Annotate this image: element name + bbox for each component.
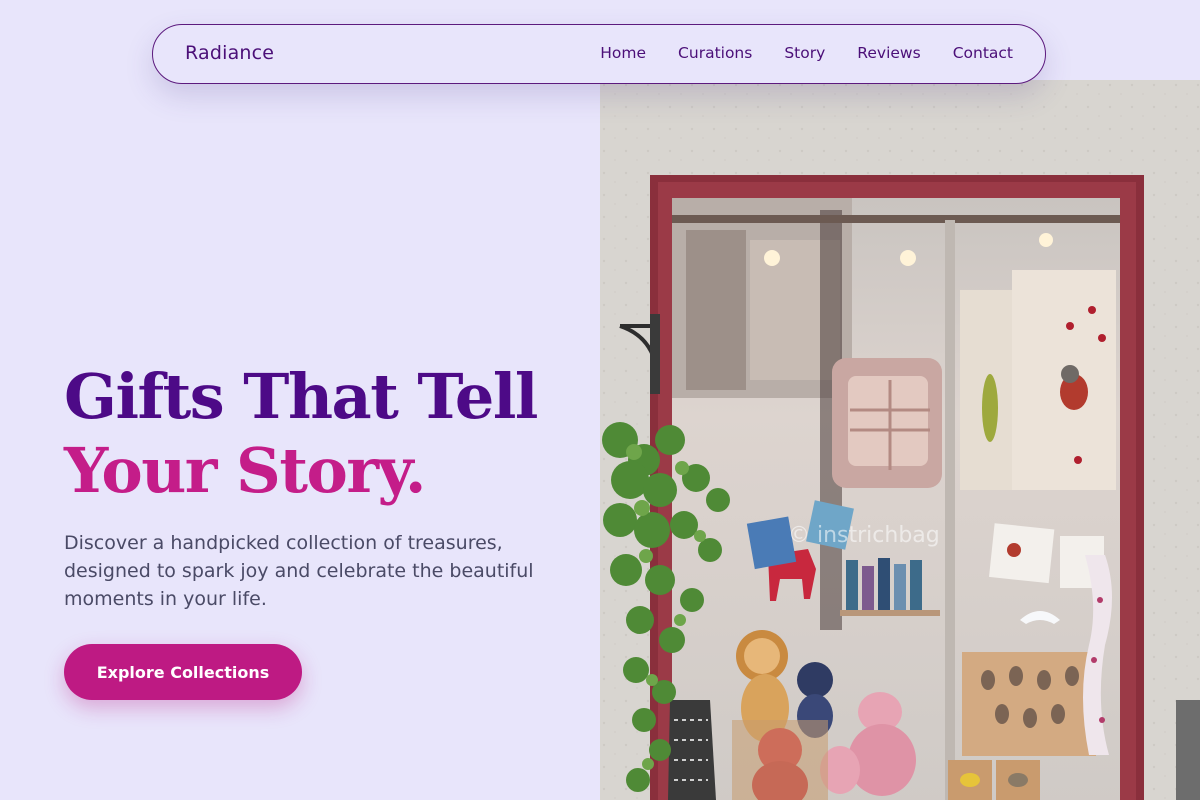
brand-logo[interactable]: Radiance (185, 42, 274, 64)
nav-link-contact[interactable]: Contact (953, 44, 1013, 62)
nav-link-curations[interactable]: Curations (678, 44, 752, 62)
nav-link-story[interactable]: Story (784, 44, 825, 62)
hero-title: Gifts That Tell Your Story. (64, 360, 539, 508)
hero-description: Discover a handpicked collection of trea… (64, 532, 534, 610)
nav-link-reviews[interactable]: Reviews (857, 44, 920, 62)
top-navbar: Radiance Home Curations Story Reviews Co… (152, 24, 1046, 84)
nav-links: Home Curations Story Reviews Contact (600, 44, 1013, 62)
hero-title-line-1: Gifts That Tell (64, 360, 539, 433)
hero-title-line-2: Your Story. (64, 434, 426, 507)
nav-link-home[interactable]: Home (600, 44, 646, 62)
watermark-text: © instrichbag (788, 523, 940, 548)
hero-storefront-image: © instrichbag (600, 80, 1200, 800)
explore-collections-button[interactable]: Explore Collections (64, 644, 302, 700)
